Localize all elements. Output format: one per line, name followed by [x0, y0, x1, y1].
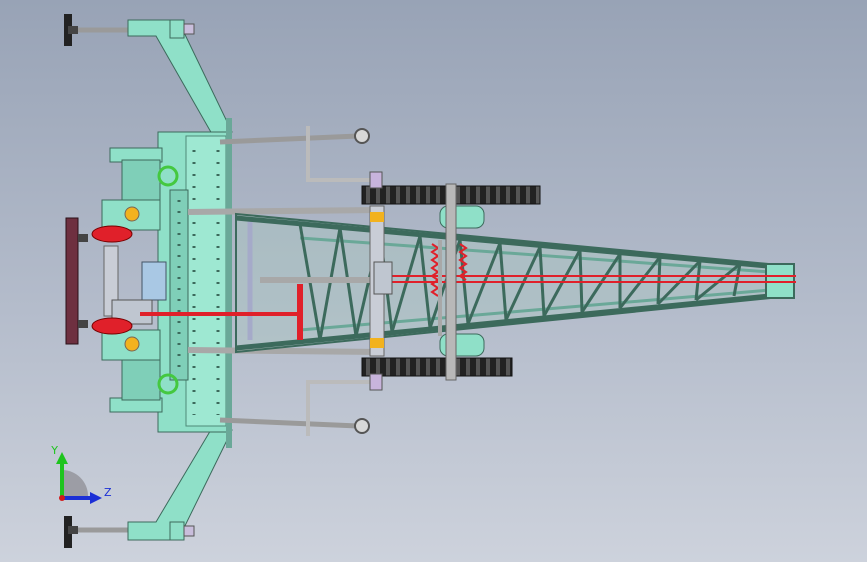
origin-marker — [59, 495, 65, 501]
cad-viewport[interactable]: Y Z — [0, 0, 867, 562]
y-axis-label: Y — [50, 444, 58, 457]
coordinate-triad: Y Z — [50, 444, 112, 504]
z-axis-arrowhead — [90, 492, 102, 504]
z-axis-label: Z — [104, 486, 112, 499]
